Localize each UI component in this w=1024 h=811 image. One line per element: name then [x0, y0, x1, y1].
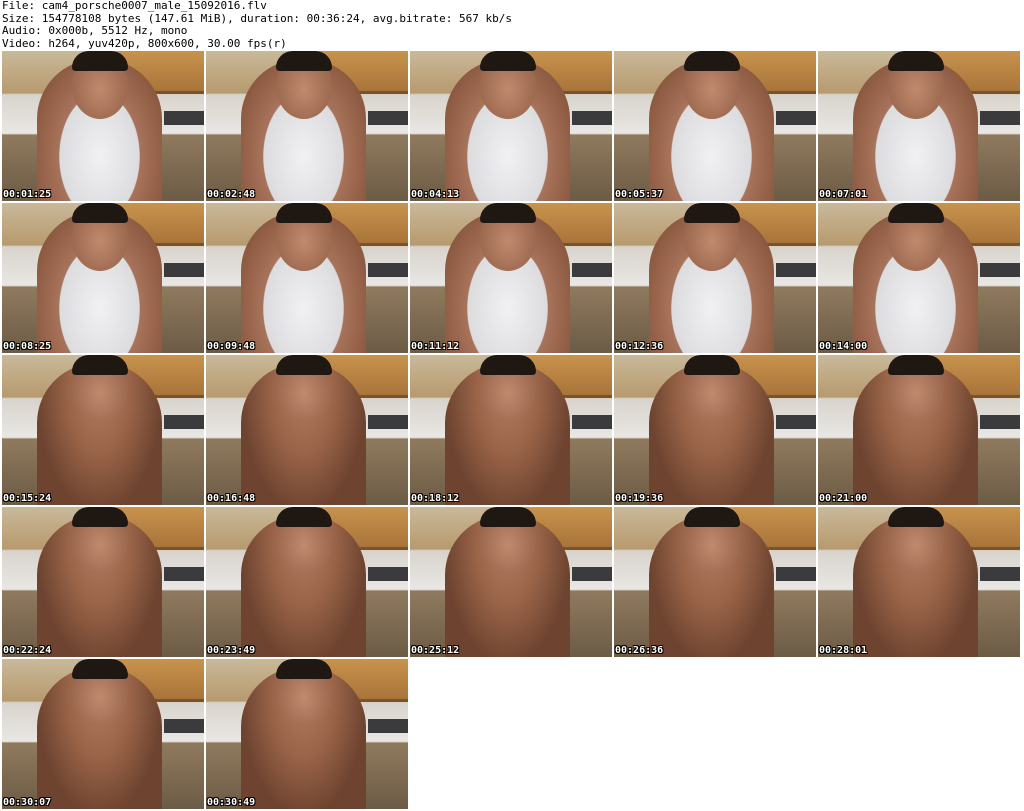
thumbnail-person-hair	[480, 507, 536, 527]
thumbnail-background-hood	[572, 567, 612, 581]
file-name-line: File: cam4_porsche0007_male_15092016.flv	[2, 0, 267, 12]
thumbnail-timestamp: 00:26:36	[615, 645, 664, 656]
video-thumbnail: 00:05:37	[614, 51, 816, 201]
thumbnail-background-hood	[572, 263, 612, 277]
thumbnail-timestamp: 00:16:48	[207, 493, 256, 504]
thumbnail-timestamp: 00:30:49	[207, 797, 256, 808]
thumbnail-person-hair	[480, 355, 536, 375]
thumbnail-timestamp: 00:22:24	[3, 645, 52, 656]
thumbnail-person-hair	[480, 203, 536, 223]
video-thumbnail: 00:01:25	[2, 51, 204, 201]
thumbnail-person-hair	[888, 51, 944, 71]
video-thumbnail: 00:28:01	[818, 507, 1020, 657]
audio-info-line: Audio: 0x000b, 5512 Hz, mono	[2, 24, 188, 37]
thumbnail-background-hood	[368, 263, 408, 277]
video-thumbnail: 00:12:36	[614, 203, 816, 353]
thumbnail-person-hair	[684, 51, 740, 71]
video-thumbnail: 00:21:00	[818, 355, 1020, 505]
video-thumbnail: 00:22:24	[2, 507, 204, 657]
thumbnail-background-hood	[368, 719, 408, 733]
thumbnail-background-hood	[164, 263, 204, 277]
thumbnail-person-hair	[72, 203, 128, 223]
video-thumbnail: 00:11:12	[410, 203, 612, 353]
thumbnail-person-hair	[888, 203, 944, 223]
thumbnail-background-hood	[776, 111, 816, 125]
video-thumbnail: 00:25:12	[410, 507, 612, 657]
video-thumbnail: 00:16:48	[206, 355, 408, 505]
video-thumbnail: 00:04:13	[410, 51, 612, 201]
thumbnail-background-hood	[368, 567, 408, 581]
video-thumbnail: 00:18:12	[410, 355, 612, 505]
thumbnail-timestamp: 00:21:00	[819, 493, 868, 504]
thumbnail-timestamp: 00:14:00	[819, 341, 868, 352]
video-thumbnail: 00:02:48	[206, 51, 408, 201]
thumbnail-person-hair	[72, 355, 128, 375]
thumbnail-timestamp: 00:19:36	[615, 493, 664, 504]
thumbnail-timestamp: 00:30:07	[3, 797, 52, 808]
thumbnail-background-hood	[368, 111, 408, 125]
thumbnail-person-hair	[72, 507, 128, 527]
thumbnail-background-hood	[980, 111, 1020, 125]
thumbnail-timestamp: 00:09:48	[207, 341, 256, 352]
thumbnail-person-hair	[276, 507, 332, 527]
thumbnail-background-hood	[164, 719, 204, 733]
thumbnail-timestamp: 00:07:01	[819, 189, 868, 200]
thumbnail-person-hair	[480, 51, 536, 71]
video-thumbnail: 00:30:07	[2, 659, 204, 809]
thumbnail-person-hair	[684, 203, 740, 223]
thumbnail-background-hood	[776, 415, 816, 429]
video-thumbnail: 00:07:01	[818, 51, 1020, 201]
thumbnail-person-hair	[276, 203, 332, 223]
thumbnail-timestamp: 00:02:48	[207, 189, 256, 200]
video-thumbnail: 00:19:36	[614, 355, 816, 505]
video-thumbnail: 00:23:49	[206, 507, 408, 657]
thumbnail-timestamp: 00:11:12	[411, 341, 460, 352]
thumbnail-background-hood	[164, 567, 204, 581]
thumbnail-background-hood	[368, 415, 408, 429]
thumbnail-timestamp: 00:18:12	[411, 493, 460, 504]
thumbnail-timestamp: 00:01:25	[3, 189, 52, 200]
thumbnail-timestamp: 00:15:24	[3, 493, 52, 504]
thumbnail-timestamp: 00:04:13	[411, 189, 460, 200]
thumbnail-person-hair	[684, 355, 740, 375]
thumbnail-timestamp: 00:12:36	[615, 341, 664, 352]
video-thumbnail: 00:08:25	[2, 203, 204, 353]
thumbnail-timestamp: 00:08:25	[3, 341, 52, 352]
thumbnail-background-hood	[164, 415, 204, 429]
thumbnail-background-hood	[572, 111, 612, 125]
thumbnail-person-hair	[276, 51, 332, 71]
thumbnail-background-hood	[164, 111, 204, 125]
thumbnail-timestamp: 00:25:12	[411, 645, 460, 656]
thumbnail-background-hood	[980, 415, 1020, 429]
thumbnail-timestamp: 00:23:49	[207, 645, 256, 656]
thumbnail-background-hood	[776, 567, 816, 581]
video-thumbnail: 00:14:00	[818, 203, 1020, 353]
thumbnail-background-hood	[980, 263, 1020, 277]
video-thumbnail: 00:15:24	[2, 355, 204, 505]
thumbnail-background-hood	[776, 263, 816, 277]
video-info-line: Video: h264, yuv420p, 800x600, 30.00 fps…	[2, 36, 287, 50]
thumbnail-background-hood	[980, 567, 1020, 581]
thumbnail-timestamp: 00:05:37	[615, 189, 664, 200]
video-thumbnail: 00:30:49	[206, 659, 408, 809]
thumbnail-person-hair	[72, 659, 128, 679]
file-info-header: File: cam4_porsche0007_male_15092016.flv…	[2, 0, 1020, 50]
thumbnail-person-hair	[72, 51, 128, 71]
thumbnail-person-hair	[888, 507, 944, 527]
thumbnail-person-hair	[276, 659, 332, 679]
thumbnail-person-hair	[684, 507, 740, 527]
video-thumbnail: 00:09:48	[206, 203, 408, 353]
thumbnail-timestamp: 00:28:01	[819, 645, 868, 656]
thumbnail-person-hair	[276, 355, 332, 375]
video-thumbnail: 00:26:36	[614, 507, 816, 657]
thumbnail-background-hood	[572, 415, 612, 429]
thumbnail-grid: 00:01:25 00:02:48 00:04:13 00:05:37 00:07:01…	[2, 51, 1022, 811]
thumbnail-person-hair	[888, 355, 944, 375]
